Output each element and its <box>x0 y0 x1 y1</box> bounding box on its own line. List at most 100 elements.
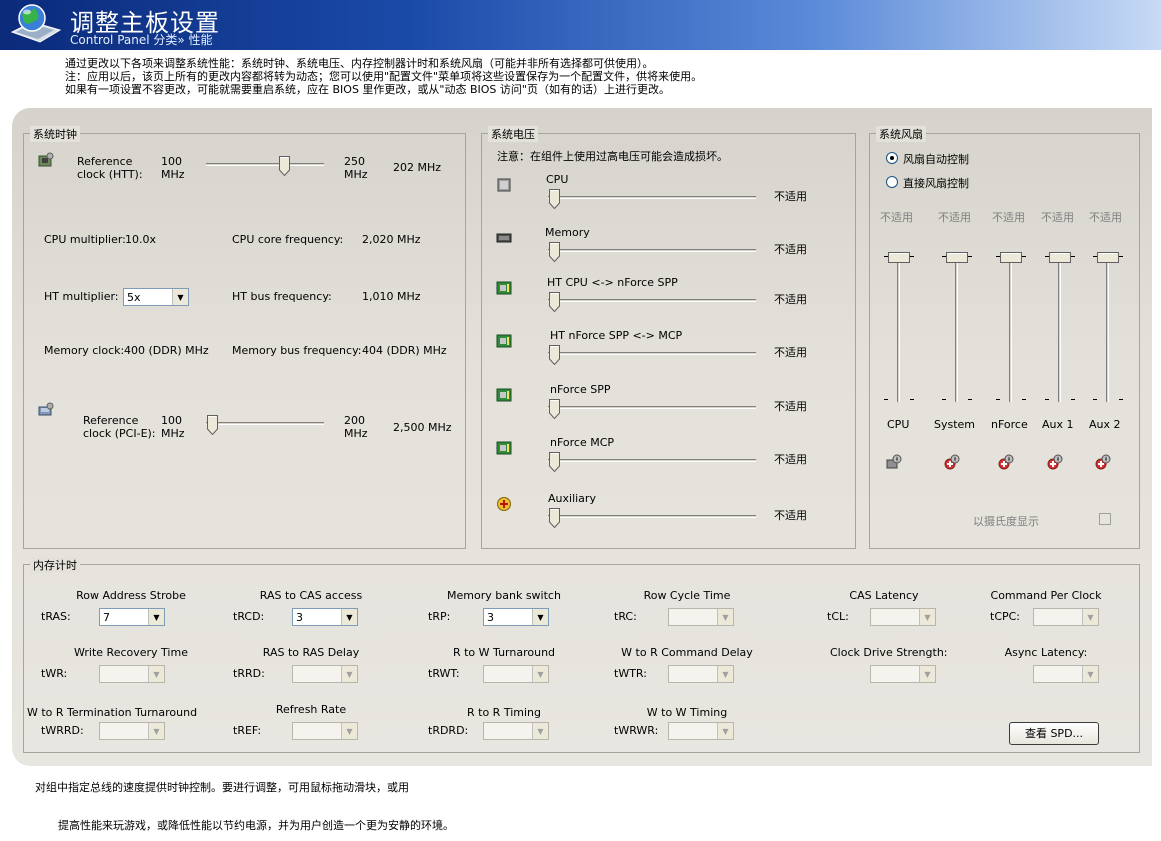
timing-abbr: tWRRD: <box>41 724 84 737</box>
timing-select[interactable]: ▼ <box>668 608 734 626</box>
chevron-down-icon[interactable]: ▼ <box>148 666 164 682</box>
timing-select[interactable]: ▼ <box>292 665 358 683</box>
fan-slider[interactable] <box>942 252 972 402</box>
timing-select[interactable]: ▼ <box>668 665 734 683</box>
fan-slider[interactable] <box>1093 252 1123 402</box>
voltage-slider[interactable] <box>548 189 756 209</box>
fan-auto-label[interactable]: 风扇自动控制 <box>903 151 969 167</box>
chevron-down-icon[interactable]: ▼ <box>717 666 733 682</box>
voltage-warning: 注意：在组件上使用过高电压可能会造成损坏。 <box>497 150 728 163</box>
voltage-item-label: Memory <box>545 226 590 239</box>
voltage-slider[interactable] <box>548 452 756 472</box>
fan-slider[interactable] <box>996 252 1026 402</box>
fan-value: 不适用 <box>1089 211 1122 224</box>
timing-select[interactable]: 7 ▼ <box>99 608 165 626</box>
timing-title: Row Cycle Time <box>643 589 731 602</box>
timing-title: W to R Command Delay <box>621 646 753 659</box>
voltage-item-label: nForce MCP <box>550 436 615 449</box>
slider-thumb[interactable] <box>549 399 560 419</box>
voltage-slider[interactable] <box>548 292 756 312</box>
slider-thumb[interactable] <box>1000 252 1022 263</box>
timing-abbr: tCL: <box>827 610 849 623</box>
timing-select[interactable]: ▼ <box>292 722 358 740</box>
htt-value: 202 MHz <box>393 161 442 174</box>
chevron-down-icon[interactable]: ▼ <box>717 609 733 625</box>
fan-icon <box>1095 454 1111 470</box>
fan-slider[interactable] <box>884 252 914 402</box>
ht-multiplier-select[interactable]: 5x ▼ <box>123 288 189 306</box>
timing-title: R to W Turnaround <box>452 646 556 659</box>
chevron-down-icon[interactable]: ▼ <box>341 666 357 682</box>
chevron-down-icon[interactable]: ▼ <box>532 723 548 739</box>
timing-select[interactable]: ▼ <box>99 665 165 683</box>
chevron-down-icon[interactable]: ▼ <box>1082 609 1098 625</box>
green-board-icon <box>496 281 512 295</box>
slider-thumb[interactable] <box>549 242 560 262</box>
celsius-checkbox[interactable] <box>1099 513 1111 525</box>
chevron-down-icon[interactable]: ▼ <box>532 666 548 682</box>
slider-thumb[interactable] <box>946 252 968 263</box>
slider-thumb[interactable] <box>1097 252 1119 263</box>
fan-icon <box>998 454 1014 470</box>
pcie-slider[interactable] <box>206 415 324 435</box>
chevron-down-icon[interactable]: ▼ <box>341 723 357 739</box>
fan-manual-radio[interactable] <box>886 176 898 188</box>
slider-thumb[interactable] <box>549 452 560 472</box>
timing-select[interactable]: ▼ <box>99 722 165 740</box>
timing-title: CAS Latency <box>849 589 919 602</box>
chevron-down-icon[interactable]: ▼ <box>532 609 548 625</box>
chevron-down-icon[interactable]: ▼ <box>148 723 164 739</box>
fan-manual-label[interactable]: 直接风扇控制 <box>903 175 969 191</box>
chevron-down-icon[interactable]: ▼ <box>172 289 188 305</box>
voltage-slider[interactable] <box>548 345 756 365</box>
green-board-icon <box>496 441 512 455</box>
voltage-slider[interactable] <box>548 399 756 419</box>
view-spd-button[interactable]: 查看 SPD... <box>1009 722 1099 745</box>
control-panel-globe-icon <box>10 4 62 43</box>
slider-thumb[interactable] <box>549 345 560 365</box>
timing-select[interactable]: ▼ <box>483 665 549 683</box>
timing-title: R to R Timing <box>467 706 541 719</box>
slider-thumb[interactable] <box>207 415 218 435</box>
timing-select[interactable]: ▼ <box>870 665 936 683</box>
fan-slider[interactable] <box>1045 252 1075 402</box>
group-title: 系统电压 <box>488 126 538 142</box>
slider-thumb[interactable] <box>549 189 560 209</box>
green-board-icon <box>496 388 512 402</box>
fan-label: Aux 1 <box>1042 418 1074 431</box>
voltage-value: 不适用 <box>774 400 807 413</box>
settings-panel: 系统时钟 Reference clock (HTT): 100 MHz 250 … <box>12 108 1152 766</box>
voltage-slider[interactable] <box>548 508 756 528</box>
slider-thumb[interactable] <box>279 156 290 176</box>
timing-select[interactable]: 3 ▼ <box>292 608 358 626</box>
slider-thumb[interactable] <box>549 508 560 528</box>
timing-select[interactable]: ▼ <box>483 722 549 740</box>
voltage-item-label: HT nForce SPP <-> MCP <box>550 329 683 342</box>
htt-slider[interactable] <box>206 156 324 176</box>
slider-thumb[interactable] <box>888 252 910 263</box>
timing-select-value: 3 <box>296 611 303 624</box>
timing-abbr: tCPC: <box>990 610 1021 623</box>
timing-title: RAS to CAS access <box>259 589 363 602</box>
fan-label: nForce <box>991 418 1028 431</box>
chevron-down-icon[interactable]: ▼ <box>148 609 164 625</box>
fan-label: System <box>934 418 976 431</box>
chevron-down-icon[interactable]: ▼ <box>919 609 935 625</box>
chevron-down-icon[interactable]: ▼ <box>341 609 357 625</box>
voltage-slider[interactable] <box>548 242 756 262</box>
chevron-down-icon[interactable]: ▼ <box>717 723 733 739</box>
chevron-down-icon[interactable]: ▼ <box>919 666 935 682</box>
slider-thumb[interactable] <box>549 292 560 312</box>
fan-auto-radio[interactable] <box>886 152 898 164</box>
chevron-down-icon[interactable]: ▼ <box>1082 666 1098 682</box>
timing-select[interactable]: ▼ <box>1033 665 1099 683</box>
timing-select[interactable]: ▼ <box>1033 608 1099 626</box>
memory-chip-icon <box>496 233 512 243</box>
timing-select[interactable]: 3 ▼ <box>483 608 549 626</box>
timing-abbr: tWRWR: <box>614 724 659 737</box>
breadcrumb[interactable]: Control Panel 分类» 性能 <box>70 31 213 48</box>
timing-abbr: tRAS: <box>41 610 71 623</box>
timing-select[interactable]: ▼ <box>668 722 734 740</box>
timing-select[interactable]: ▼ <box>870 608 936 626</box>
slider-thumb[interactable] <box>1049 252 1071 263</box>
